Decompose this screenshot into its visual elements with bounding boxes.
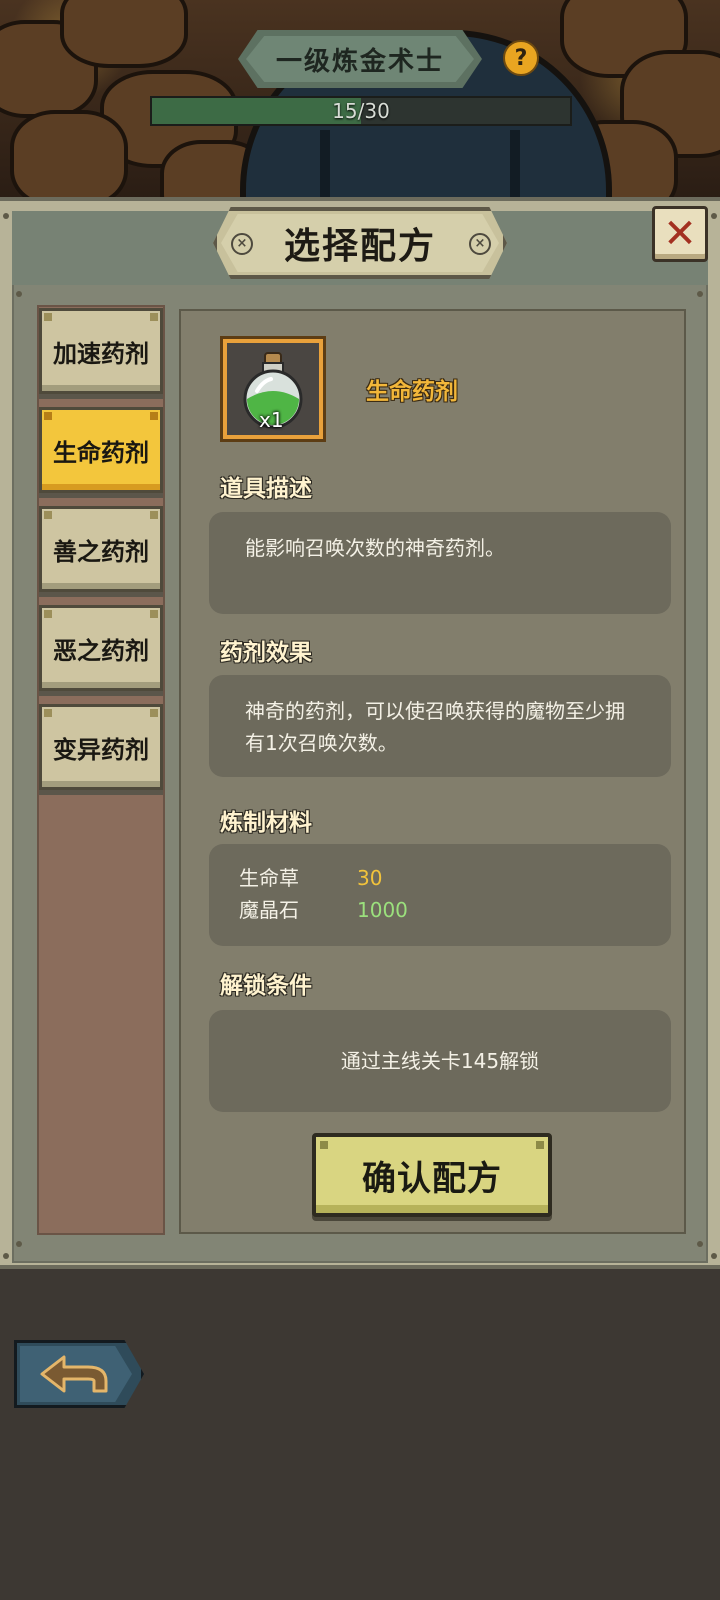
close-button[interactable]: ✕ <box>652 206 708 262</box>
recipe-tab-good[interactable]: 善之药剂 <box>39 506 163 592</box>
effect-text: 神奇的药剂，可以使召唤获得的魔物至少拥有1次召唤次数。 <box>245 699 625 755</box>
recipe-tab-label: 加速药剂 <box>53 339 149 368</box>
description-box: 能影响召唤次数的神奇药剂。 <box>209 512 671 614</box>
unlock-text: 通过主线关卡145解锁 <box>340 1049 540 1073</box>
materials-box: 生命草 30 魔晶石 1000 <box>209 844 671 946</box>
recipe-tab-label: 恶之药剂 <box>53 636 149 665</box>
material-row: 魔晶石 1000 <box>239 894 641 926</box>
confirm-recipe-label: 确认配方 <box>362 1158 502 1199</box>
item-name: 生命药剂 <box>366 379 458 405</box>
effect-box: 神奇的药剂，可以使召唤获得的魔物至少拥有1次召唤次数。 <box>209 675 671 777</box>
unlock-box: 通过主线关卡145解锁 <box>209 1010 671 1112</box>
confirm-recipe-button[interactable]: 确认配方 <box>312 1133 552 1217</box>
recipe-tab-label: 善之药剂 <box>53 537 149 566</box>
progress-text: 15/30 <box>332 99 390 123</box>
unlock-title: 解锁条件 <box>220 973 312 999</box>
description-title: 道具描述 <box>220 476 312 502</box>
question-icon[interactable]: ? <box>503 40 539 76</box>
recipe-tab-evil[interactable]: 恶之药剂 <box>39 605 163 691</box>
bolt-icon: × <box>469 233 491 255</box>
material-amount: 30 <box>357 866 383 890</box>
bottom-area <box>0 1269 720 1600</box>
close-icon: ✕ <box>663 211 697 257</box>
material-name: 魔晶石 <box>239 898 299 922</box>
dialog-title: 选择配方 <box>221 214 499 272</box>
materials-title: 炼制材料 <box>220 810 312 836</box>
item-quantity: x1 <box>259 408 284 432</box>
recipe-tab-mutation[interactable]: 变异药剂 <box>39 704 163 790</box>
recipe-tab-speed[interactable]: 加速药剂 <box>39 308 163 394</box>
effect-title: 药剂效果 <box>220 640 312 666</box>
recipe-tab-label: 生命药剂 <box>53 438 149 467</box>
recipe-tab-label: 变异药剂 <box>53 735 149 764</box>
material-amount: 1000 <box>357 898 408 922</box>
recipe-tab-life[interactable]: 生命药剂 <box>39 407 163 493</box>
level-title: 一级炼金术士 <box>246 36 474 82</box>
back-arrow-icon <box>40 1355 108 1393</box>
progress-bar: 15/30 <box>150 96 572 126</box>
description-text: 能影响召唤次数的神奇药剂。 <box>245 536 505 560</box>
back-button-face[interactable] <box>20 1346 132 1402</box>
material-name: 生命草 <box>239 866 299 890</box>
material-row: 生命草 30 <box>239 862 641 894</box>
bolt-icon: × <box>231 233 253 255</box>
